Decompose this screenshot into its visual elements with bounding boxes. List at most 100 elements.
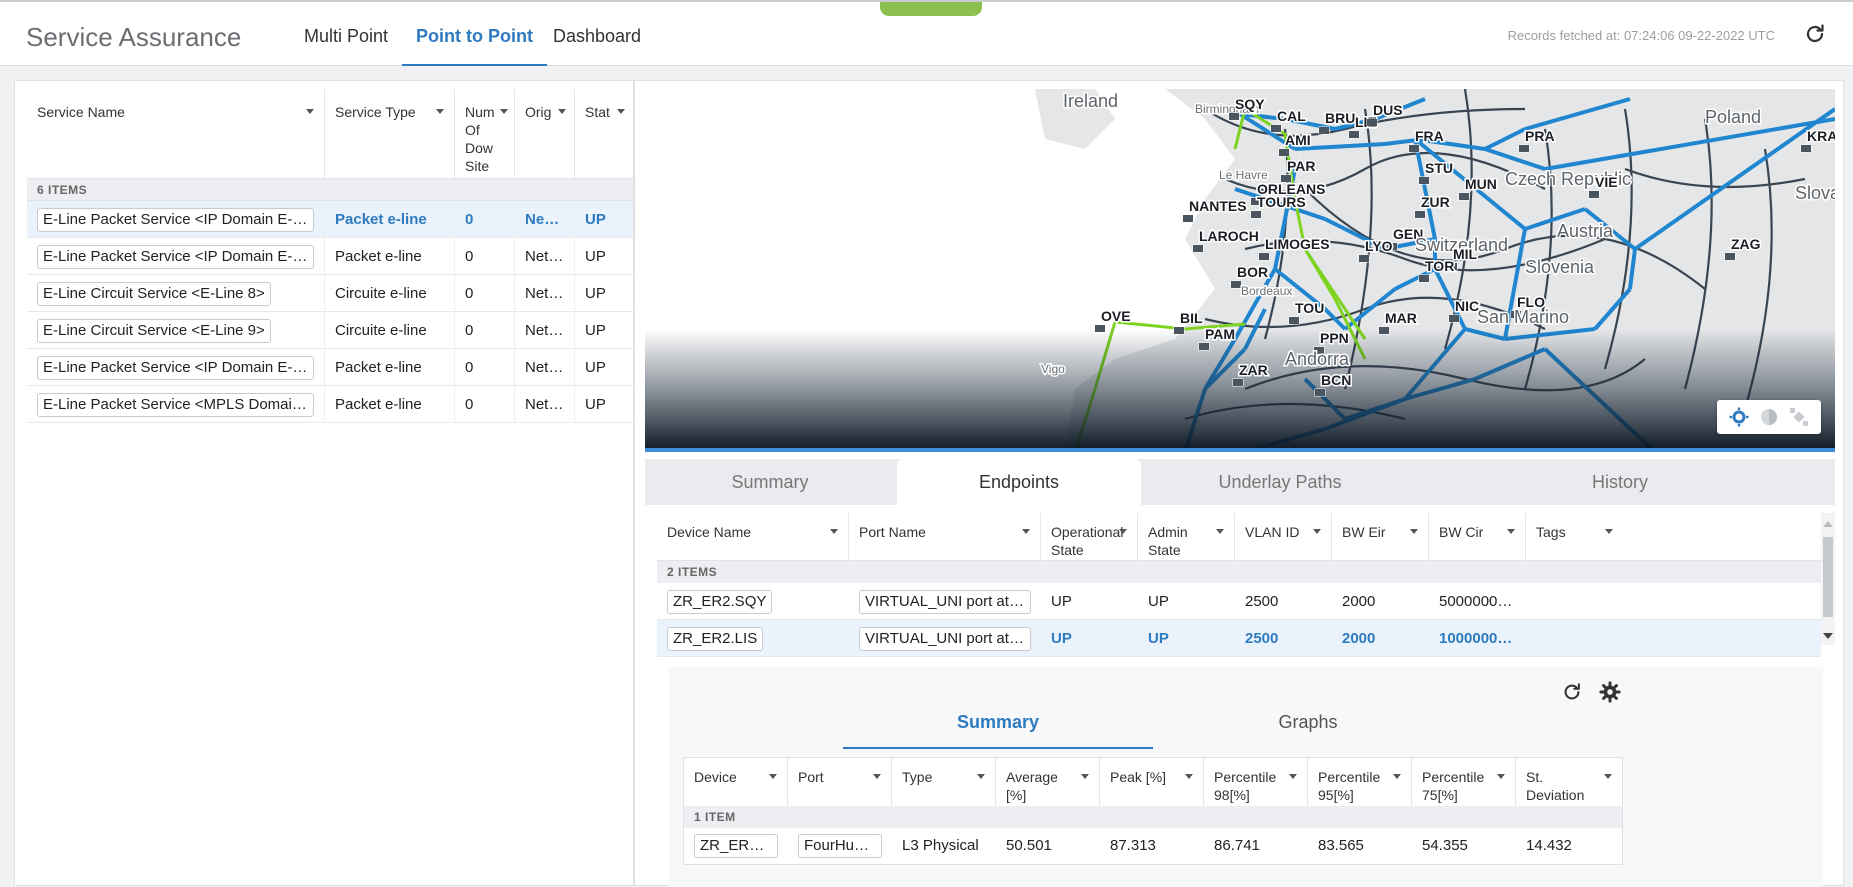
tab-endpoints[interactable]: Endpoints [897, 459, 1141, 505]
col-operational-state[interactable]: Operational State [1041, 513, 1138, 561]
sort-caret-icon[interactable] [1393, 774, 1401, 779]
router-node-icon[interactable] [1418, 274, 1430, 283]
sort-caret-icon[interactable] [1604, 774, 1612, 779]
router-node-icon[interactable] [1800, 144, 1812, 153]
map-label[interactable]: BOR [1236, 263, 1270, 282]
router-node-icon[interactable] [1408, 144, 1420, 153]
sort-caret-icon[interactable] [1605, 529, 1613, 534]
router-node-icon[interactable] [1724, 252, 1736, 261]
router-node-icon[interactable] [1358, 254, 1370, 263]
map-label[interactable]: FRA [1414, 127, 1446, 146]
satellite-icon[interactable] [1789, 407, 1809, 427]
sort-caret-icon[interactable] [1081, 774, 1089, 779]
map-label[interactable]: KRA [1806, 127, 1836, 146]
sort-caret-icon[interactable] [1313, 529, 1321, 534]
col-stats-7[interactable]: Percentile 75[%] [1412, 758, 1516, 806]
sort-caret-icon[interactable] [436, 109, 444, 114]
sort-caret-icon[interactable] [306, 109, 314, 114]
col-bw-cir[interactable]: BW Cir [1429, 513, 1526, 561]
col-stats-6[interactable]: Percentile 95[%] [1308, 758, 1412, 806]
col-stats-5[interactable]: Percentile 98[%] [1204, 758, 1308, 806]
router-node-icon[interactable] [1173, 326, 1185, 335]
table-row[interactable]: E-Line Circuit Service <E-Line 9> Circuit… [27, 312, 633, 349]
router-node-icon[interactable] [1270, 124, 1282, 133]
refresh-icon[interactable] [1803, 22, 1827, 46]
map-label[interactable]: PRA [1524, 127, 1557, 146]
router-node-icon[interactable] [1414, 210, 1426, 219]
map-label[interactable]: TOU [1294, 299, 1326, 318]
col-origin[interactable]: Orig [515, 89, 575, 179]
map-label[interactable]: NANTES [1188, 197, 1249, 216]
router-node-icon[interactable] [1198, 342, 1210, 351]
table-row[interactable]: E-Line Packet Service <IP Domain E-Line … [27, 349, 633, 386]
table-row[interactable]: E-Line Packet Service <IP Domain E-Line … [27, 201, 633, 238]
router-node-icon[interactable] [1518, 144, 1530, 153]
table-row[interactable]: E-Line Circuit Service <E-Line 8> Circuit… [27, 275, 633, 312]
col-stats-1[interactable]: Port [788, 758, 892, 806]
sort-caret-icon[interactable] [1497, 774, 1505, 779]
sort-caret-icon[interactable] [1507, 529, 1515, 534]
router-node-icon[interactable] [1250, 210, 1262, 219]
sort-caret-icon[interactable] [873, 774, 881, 779]
router-node-icon[interactable] [1094, 324, 1106, 333]
router-node-icon[interactable] [1278, 148, 1290, 157]
map-label[interactable]: PAM [1204, 325, 1237, 344]
col-service-name[interactable]: Service Name [27, 89, 325, 179]
router-node-icon[interactable] [1348, 130, 1360, 139]
map-label[interactable]: OVE [1100, 307, 1133, 326]
sort-caret-icon[interactable] [977, 774, 985, 779]
map-label[interactable]: MIL [1452, 245, 1480, 264]
sort-caret-icon[interactable] [1216, 529, 1224, 534]
map-label[interactable]: DUS [1372, 101, 1405, 120]
col-stats-2[interactable]: Type [892, 758, 996, 806]
tab-dashboard[interactable]: Dashboard [553, 26, 641, 66]
map-label[interactable]: NIC [1454, 297, 1481, 316]
tab-underlay-paths[interactable]: Underlay Paths [1155, 459, 1405, 505]
map-label[interactable]: SQY [1234, 95, 1267, 114]
dark-mode-icon[interactable] [1759, 407, 1779, 427]
map-label[interactable]: AMI [1284, 131, 1313, 150]
map-label[interactable]: ZAR [1238, 361, 1270, 380]
map-label[interactable]: MUN [1464, 175, 1499, 194]
router-node-icon[interactable] [1378, 326, 1390, 335]
map-label[interactable]: TOR [1424, 257, 1456, 276]
col-tags[interactable]: Tags [1526, 513, 1623, 561]
refresh-icon[interactable] [1561, 681, 1583, 703]
table-row[interactable]: ZR_ER2.LIS FourHundredGigE L3 Physical 5… [684, 828, 1622, 864]
map-label[interactable]: STU [1424, 159, 1455, 178]
col-stats-3[interactable]: Average [%] [996, 758, 1100, 806]
router-node-icon[interactable] [1366, 118, 1378, 127]
map-label[interactable]: ZAG [1730, 235, 1763, 254]
sort-caret-icon[interactable] [1119, 529, 1127, 534]
sort-caret-icon[interactable] [1410, 529, 1418, 534]
map-label[interactable]: PAR [1286, 157, 1318, 176]
router-node-icon[interactable] [1418, 176, 1430, 185]
tab-history[interactable]: History [1405, 459, 1835, 505]
router-node-icon[interactable] [1314, 388, 1326, 397]
router-node-icon[interactable] [1230, 280, 1242, 289]
tab-stats-graphs[interactable]: Graphs [1153, 709, 1463, 749]
table-row[interactable]: E-Line Packet Service <IP Domain E-Line … [27, 238, 633, 275]
sort-caret-icon[interactable] [769, 774, 777, 779]
router-node-icon[interactable] [1588, 190, 1600, 199]
map-label[interactable]: VIE [1594, 173, 1620, 192]
router-node-icon[interactable] [1448, 314, 1460, 323]
scroll-down-icon[interactable] [1823, 633, 1833, 639]
map-label[interactable]: CAL [1276, 107, 1308, 126]
sort-caret-icon[interactable] [500, 109, 508, 114]
tab-point-to-point[interactable]: Point to Point [402, 26, 547, 66]
router-node-icon[interactable] [1232, 378, 1244, 387]
tab-multi-point[interactable]: Multi Point [304, 26, 388, 66]
router-node-icon[interactable] [1318, 126, 1330, 135]
router-node-icon[interactable] [1228, 112, 1240, 121]
network-map[interactable]: Ireland Birmingham SQY CAL BRU LIE DUS AMI FRA PR… [645, 89, 1835, 452]
col-vlan-id[interactable]: VLAN ID [1235, 513, 1332, 561]
scroll-up-icon[interactable] [1823, 521, 1833, 527]
sort-caret-icon[interactable] [1289, 774, 1297, 779]
map-label[interactable]: ZUR [1420, 193, 1452, 212]
col-num-down-sites[interactable]: Num Of Dow Site [455, 89, 515, 179]
col-bw-eir[interactable]: BW Eir [1332, 513, 1429, 561]
map-label[interactable]: LAROCH [1198, 227, 1261, 246]
map-label[interactable]: BCN [1320, 371, 1353, 390]
col-port-name[interactable]: Port Name [849, 513, 1041, 561]
